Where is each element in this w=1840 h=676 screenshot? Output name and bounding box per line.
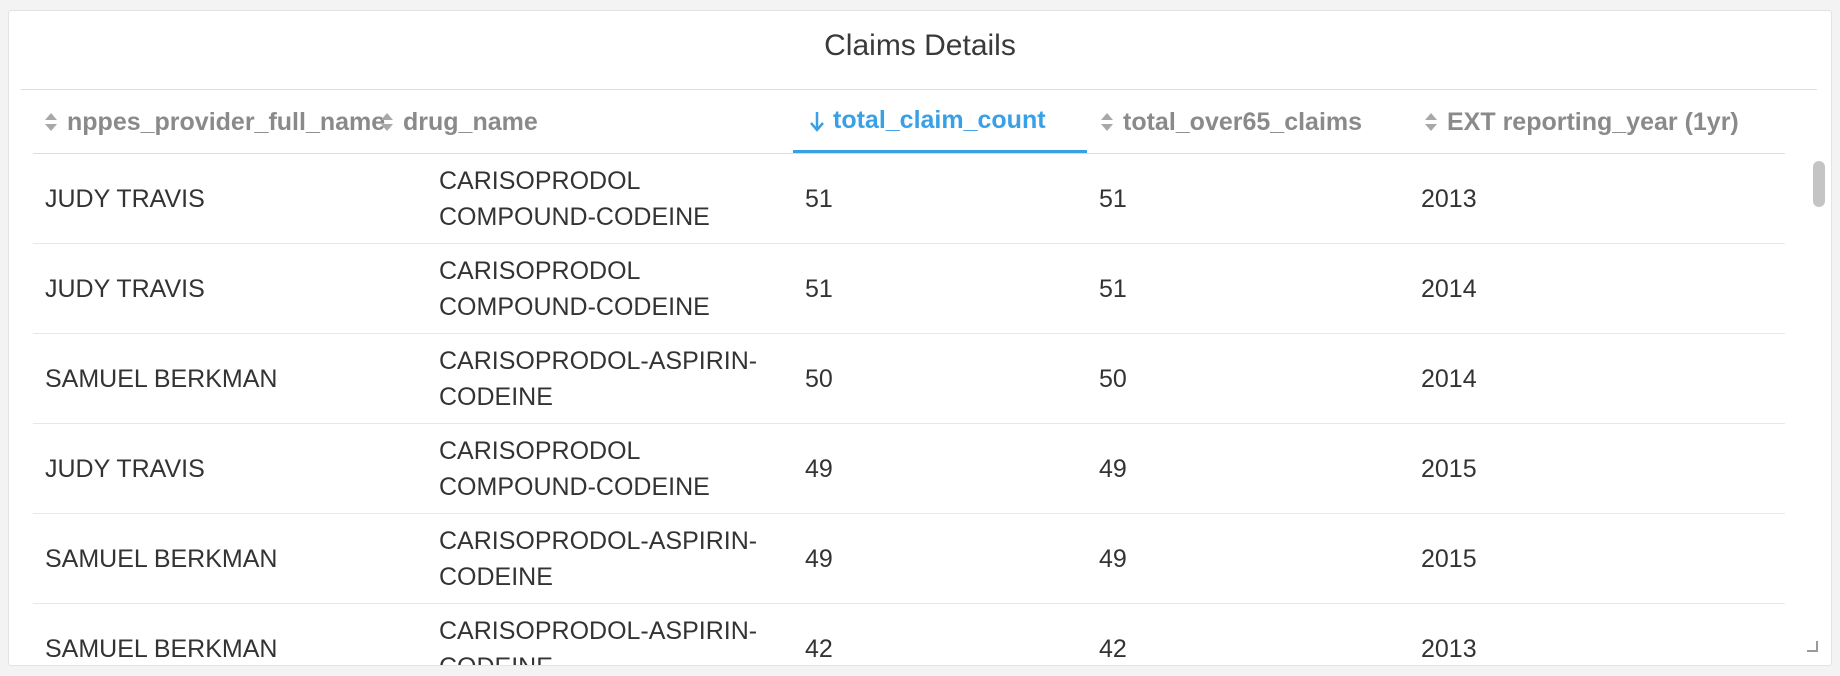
cell-drug-line: CARISOPRODOL-ASPIRIN- — [439, 346, 758, 375]
column-header-total-over65-claims[interactable]: total_over65_claims — [1099, 91, 1399, 153]
sort-desc-arrow-icon — [809, 110, 825, 132]
cell-total-claim-count: 50 — [805, 364, 833, 393]
sort-both-icon — [43, 111, 59, 133]
cell-total-claim-count: 42 — [805, 634, 833, 663]
column-header-label: nppes_provider_full_name — [67, 107, 386, 136]
cell-total-claim-count: 49 — [805, 454, 833, 483]
scrollbar-thumb[interactable] — [1813, 161, 1825, 207]
cell-drug: CARISOPRODOL COMPOUND-CODEINE — [439, 154, 809, 243]
table-header: nppes_provider_full_name drug_name total… — [33, 91, 1785, 154]
column-header-label: EXT reporting_year (1yr) — [1447, 107, 1739, 136]
cell-total-over65-claims: 49 — [1099, 544, 1127, 573]
table-row: JUDY TRAVIS CARISOPRODOL COMPOUND-CODEIN… — [33, 244, 1785, 334]
panel-title: Claims Details — [824, 29, 1016, 62]
cell-drug-line: CARISOPRODOL-ASPIRIN- — [439, 616, 758, 645]
cell-drug: CARISOPRODOL COMPOUND-CODEINE — [439, 244, 809, 333]
cell-drug: CARISOPRODOL COMPOUND-CODEINE — [439, 424, 809, 513]
cell-provider: JUDY TRAVIS — [45, 454, 205, 483]
cell-drug-line: COMPOUND-CODEINE — [439, 472, 710, 501]
cell-drug-line: CODEINE — [439, 382, 553, 411]
cell-drug-line: CARISOPRODOL-ASPIRIN- — [439, 526, 758, 555]
cell-reporting-year: 2015 — [1421, 454, 1477, 483]
cell-total-claim-count: 51 — [805, 274, 833, 303]
table-row: JUDY TRAVIS CARISOPRODOL COMPOUND-CODEIN… — [33, 424, 1785, 514]
claims-details-panel: Claims Details nppes_provider_full_name … — [8, 10, 1832, 666]
cell-drug: CARISOPRODOL-ASPIRIN- CODEINE — [439, 604, 809, 666]
cell-total-claim-count: 51 — [805, 184, 833, 213]
cell-reporting-year: 2015 — [1421, 544, 1477, 573]
column-header-label: total_over65_claims — [1123, 107, 1363, 136]
cell-drug-line: CARISOPRODOL — [439, 166, 641, 195]
cell-reporting-year: 2014 — [1421, 274, 1477, 303]
cell-drug: CARISOPRODOL-ASPIRIN- CODEINE — [439, 334, 809, 423]
column-header-drug-name[interactable]: drug_name — [379, 91, 679, 153]
cell-provider: JUDY TRAVIS — [45, 184, 205, 213]
table-row: JUDY TRAVIS CARISOPRODOL COMPOUND-CODEIN… — [33, 154, 1785, 244]
sort-both-icon — [1099, 111, 1115, 133]
cell-drug: CARISOPRODOL-ASPIRIN- CODEINE — [439, 514, 809, 603]
cell-total-over65-claims: 49 — [1099, 454, 1127, 483]
vertical-scrollbar[interactable] — [1809, 157, 1827, 647]
cell-drug-line: COMPOUND-CODEINE — [439, 202, 710, 231]
table-row: SAMUEL BERKMAN CARISOPRODOL-ASPIRIN- COD… — [33, 604, 1785, 666]
resize-handle-icon[interactable] — [1805, 639, 1819, 653]
column-header-total-claim-count[interactable]: total_claim_count — [793, 91, 1087, 153]
cell-drug-line: COMPOUND-CODEINE — [439, 292, 710, 321]
cell-reporting-year: 2013 — [1421, 634, 1477, 663]
cell-reporting-year: 2013 — [1421, 184, 1477, 213]
header-divider — [21, 89, 1817, 90]
cell-reporting-year: 2014 — [1421, 364, 1477, 393]
cell-drug-line: CODEINE — [439, 649, 553, 666]
column-header-provider-name[interactable]: nppes_provider_full_name — [43, 91, 385, 153]
cell-total-claim-count: 49 — [805, 544, 833, 573]
cell-total-over65-claims: 50 — [1099, 364, 1127, 393]
cell-provider: SAMUEL BERKMAN — [45, 634, 278, 663]
table-body[interactable]: JUDY TRAVIS CARISOPRODOL COMPOUND-CODEIN… — [33, 154, 1785, 666]
column-header-reporting-year[interactable]: EXT reporting_year (1yr) — [1423, 91, 1763, 153]
cell-provider: SAMUEL BERKMAN — [45, 544, 278, 573]
cell-drug-line: CARISOPRODOL — [439, 256, 641, 285]
cell-total-over65-claims: 51 — [1099, 184, 1127, 213]
cell-provider: JUDY TRAVIS — [45, 274, 205, 303]
column-header-label: total_claim_count — [833, 106, 1046, 134]
table-row: SAMUEL BERKMAN CARISOPRODOL-ASPIRIN- COD… — [33, 514, 1785, 604]
sort-both-icon — [379, 111, 395, 133]
cell-total-over65-claims: 42 — [1099, 634, 1127, 663]
cell-total-over65-claims: 51 — [1099, 274, 1127, 303]
sort-both-icon — [1423, 111, 1439, 133]
cell-provider: SAMUEL BERKMAN — [45, 364, 278, 393]
column-header-label: drug_name — [403, 107, 538, 136]
table-row: SAMUEL BERKMAN CARISOPRODOL-ASPIRIN- COD… — [33, 334, 1785, 424]
cell-drug-line: CODEINE — [439, 562, 553, 591]
cell-drug-line: CARISOPRODOL — [439, 436, 641, 465]
